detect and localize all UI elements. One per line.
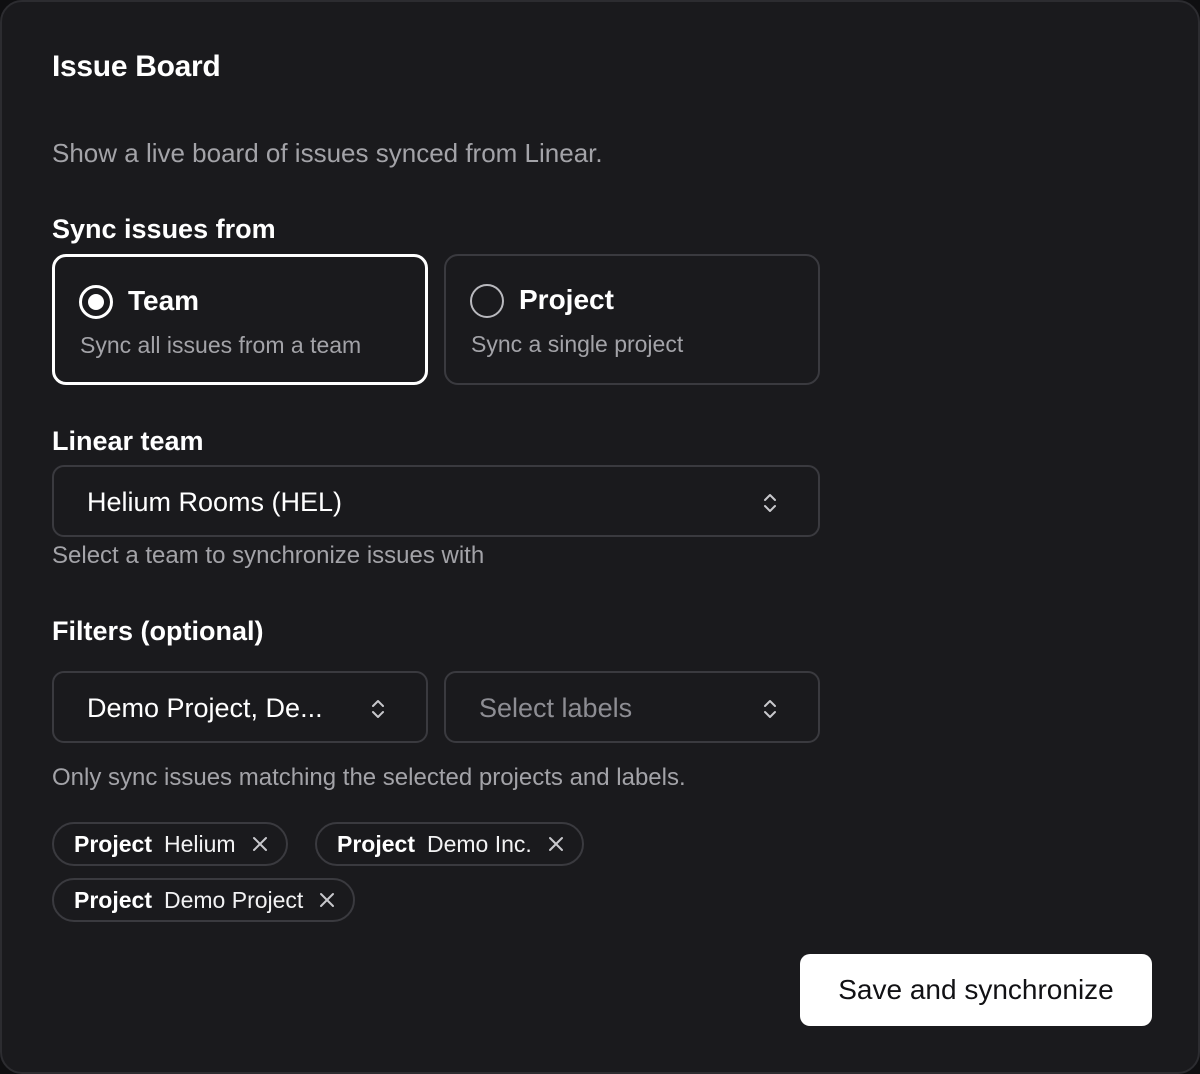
filters-label: Filters (optional) [52,616,264,646]
filter-chip: Project Demo Inc. [315,822,584,866]
linear-team-select[interactable]: Helium Rooms (HEL) [52,465,820,537]
close-icon[interactable] [546,834,566,854]
sync-option-project-title: Project [519,284,614,315]
sync-option-team[interactable]: Team Sync all issues from a team [52,254,428,385]
sync-source-label: Sync issues from [52,214,276,244]
sync-option-project-subtitle: Sync a single project [471,331,684,357]
close-icon[interactable] [317,890,337,910]
filter-chip-key: Project [337,830,415,857]
filter-chip: Project Helium [52,822,288,866]
labels-filter-select[interactable]: Select labels [444,671,820,743]
filter-chip-key: Project [74,830,152,857]
sync-option-project[interactable]: Project Sync a single project [444,254,820,385]
page-description: Show a live board of issues synced from … [52,138,603,168]
chevron-up-down-icon [764,700,776,718]
filter-chip-value: Helium [163,830,236,857]
radio-dot-icon [88,294,104,310]
linear-team-label: Linear team [52,426,204,456]
sync-option-team-title: Team [128,285,200,316]
projects-filter-select[interactable]: Demo Project, De... [52,671,428,743]
filter-chip-value: Demo Inc. [426,830,532,857]
issue-board-settings-panel: Issue Board Show a live board of issues … [0,0,1200,1074]
filter-chip: Project Demo Project [52,878,356,922]
sync-option-team-subtitle: Sync all issues from a team [80,332,362,358]
close-icon[interactable] [250,834,270,854]
projects-filter-value: Demo Project, De... [87,693,323,723]
filter-chip-key: Project [74,886,152,913]
linear-team-hint: Select a team to synchronize issues with [52,542,485,569]
page-title: Issue Board [52,50,221,83]
save-and-synchronize-button[interactable]: Save and synchronize [800,954,1152,1026]
radio-unselected-icon[interactable] [470,284,504,318]
linear-team-value: Helium Rooms (HEL) [87,487,343,517]
filters-hint: Only sync issues matching the selected p… [52,764,686,791]
chevron-up-down-icon [764,494,776,512]
radio-selected-icon[interactable] [79,285,113,319]
chevron-up-down-icon [372,700,384,718]
labels-filter-placeholder: Select labels [479,693,633,723]
filter-chip-value: Demo Project [163,886,304,913]
